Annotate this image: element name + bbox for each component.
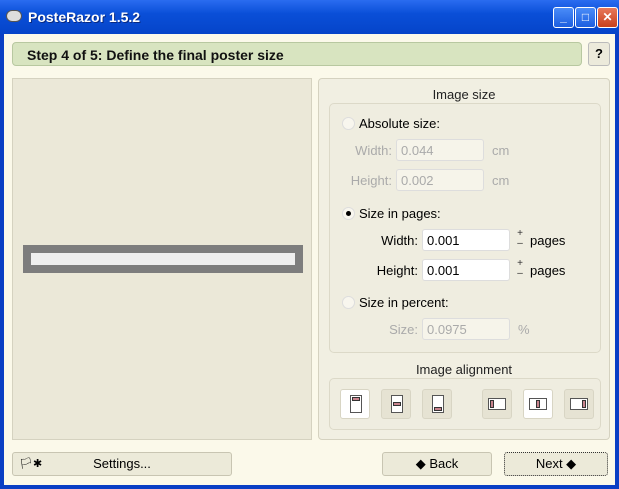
percent-size-label: Size: (389, 321, 418, 337)
pages-height-spinner[interactable]: + – (514, 259, 526, 281)
abs-height-unit: cm (492, 172, 510, 188)
abs-width-input[interactable]: 0.044 (396, 139, 484, 161)
size-in-pages-label: Size in pages: (359, 206, 441, 221)
absolute-size-label: Absolute size: (359, 116, 440, 131)
pages-width-label: Width: (381, 232, 418, 248)
step-title: Step 4 of 5: Define the final poster siz… (12, 42, 582, 66)
abs-width-unit: cm (492, 142, 510, 158)
back-label: Back (429, 456, 459, 471)
align-bottom-button[interactable] (422, 389, 452, 419)
pages-height-input[interactable]: 0.001 (422, 259, 510, 281)
app-icon (6, 10, 22, 22)
image-alignment-group (329, 378, 601, 430)
absolute-size-radio[interactable]: Absolute size: (342, 116, 440, 131)
abs-height-label: Height: (350, 172, 392, 188)
pages-height-unit: pages (530, 262, 566, 278)
image-size-title: Image size (432, 87, 496, 102)
preview-image (23, 245, 303, 273)
abs-height-input[interactable]: 0.002 (396, 169, 484, 191)
align-right-button[interactable] (564, 389, 594, 419)
image-alignment-title: Image alignment (415, 362, 513, 377)
size-in-percent-label: Size in percent: (359, 295, 449, 310)
size-in-pages-radio[interactable]: Size in pages: (342, 206, 441, 221)
align-center-button[interactable] (523, 389, 553, 419)
align-left-button[interactable] (482, 389, 512, 419)
arrow-right-icon: ◆ (562, 456, 577, 471)
align-top-button[interactable] (340, 389, 370, 419)
align-middle-button[interactable] (381, 389, 411, 419)
arrow-left-icon: ◆ (415, 456, 430, 471)
back-button[interactable]: ◆ Back (382, 452, 492, 476)
close-button[interactable]: ✕ (597, 7, 618, 28)
title-bar[interactable]: PosteRazor 1.5.2 _ □ ✕ (0, 0, 619, 34)
pages-width-unit: pages (530, 232, 566, 248)
pages-height-label: Height: (376, 262, 418, 278)
window-title: PosteRazor 1.5.2 (28, 9, 141, 25)
pages-width-spinner[interactable]: + – (514, 229, 526, 251)
percent-size-input[interactable]: 0.0975 (422, 318, 510, 340)
client-area: Step 4 of 5: Define the final poster siz… (4, 34, 615, 485)
settings-label: Settings... (93, 456, 151, 471)
next-label: Next (535, 456, 563, 471)
next-button[interactable]: Next ◆ (504, 452, 608, 476)
flags-icon: 🏳✱ (19, 458, 43, 470)
pages-width-input[interactable]: 0.001 (422, 229, 510, 251)
settings-panel: Image size Absolute size: Width: 0.044 cm … (318, 78, 610, 440)
poster-preview (12, 78, 312, 440)
percent-unit: % (518, 321, 530, 337)
image-size-group: Absolute size: Width: 0.044 cm Height: 0.00… (329, 103, 601, 353)
maximize-button[interactable]: □ (575, 7, 596, 28)
size-in-percent-radio[interactable]: Size in percent: (342, 295, 449, 310)
abs-width-label: Width: (355, 142, 392, 158)
minimize-button[interactable]: _ (553, 7, 574, 28)
help-button[interactable]: ? (588, 42, 610, 66)
settings-button[interactable]: 🏳✱ Settings... (12, 452, 232, 476)
